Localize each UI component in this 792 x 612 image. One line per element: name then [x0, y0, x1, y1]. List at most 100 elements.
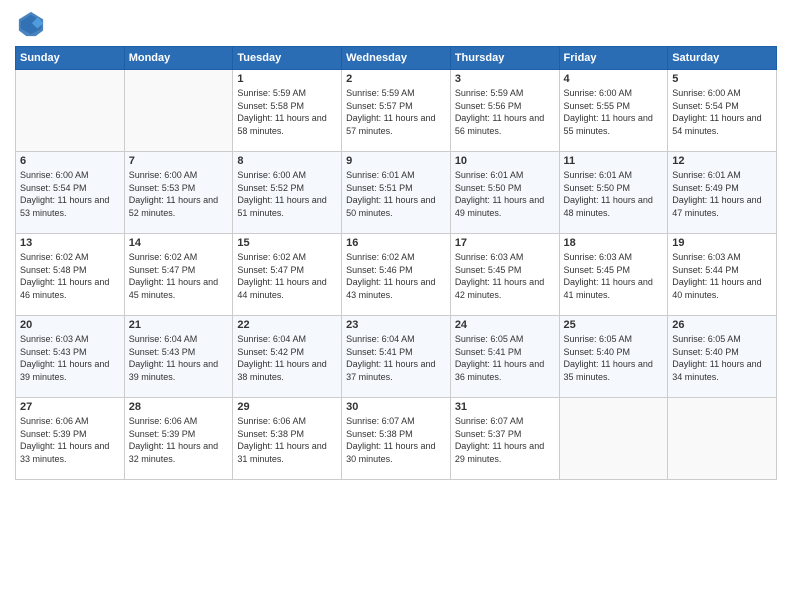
day-info: Sunrise: 6:03 AM Sunset: 5:45 PM Dayligh…	[564, 251, 664, 301]
day-info: Sunrise: 6:04 AM Sunset: 5:43 PM Dayligh…	[129, 333, 229, 383]
calendar-cell: 4 Sunrise: 6:00 AM Sunset: 5:55 PM Daylig…	[559, 70, 668, 152]
calendar-cell: 19 Sunrise: 6:03 AM Sunset: 5:44 PM Dayli…	[668, 234, 777, 316]
day-number: 12	[672, 155, 772, 167]
day-number: 26	[672, 319, 772, 331]
day-number: 17	[455, 237, 555, 249]
calendar-cell	[16, 70, 125, 152]
calendar-cell: 3 Sunrise: 5:59 AM Sunset: 5:56 PM Daylig…	[450, 70, 559, 152]
day-info: Sunrise: 6:00 AM Sunset: 5:53 PM Dayligh…	[129, 169, 229, 219]
day-info: Sunrise: 5:59 AM Sunset: 5:58 PM Dayligh…	[237, 87, 337, 137]
calendar-week-row: 6 Sunrise: 6:00 AM Sunset: 5:54 PM Daylig…	[16, 152, 777, 234]
day-number: 16	[346, 237, 446, 249]
calendar-cell: 10Sunrise: 6:01 AM Sunset: 5:50 PM Dayli…	[450, 152, 559, 234]
day-info: Sunrise: 6:03 AM Sunset: 5:43 PM Dayligh…	[20, 333, 120, 383]
calendar-cell: 28 Sunrise: 6:06 AM Sunset: 5:39 PM Dayli…	[124, 398, 233, 480]
day-info: Sunrise: 6:02 AM Sunset: 5:47 PM Dayligh…	[237, 251, 337, 301]
calendar-cell: 29 Sunrise: 6:06 AM Sunset: 5:38 PM Dayli…	[233, 398, 342, 480]
logo	[15, 10, 45, 38]
day-info: Sunrise: 6:01 AM Sunset: 5:51 PM Dayligh…	[346, 169, 446, 219]
calendar-cell: 23Sunrise: 6:04 AM Sunset: 5:41 PM Dayli…	[342, 316, 451, 398]
day-info: Sunrise: 5:59 AM Sunset: 5:57 PM Dayligh…	[346, 87, 446, 137]
weekday-header: Thursday	[450, 47, 559, 70]
calendar-cell	[124, 70, 233, 152]
day-info: Sunrise: 6:00 AM Sunset: 5:54 PM Dayligh…	[672, 87, 772, 137]
day-info: Sunrise: 6:00 AM Sunset: 5:55 PM Dayligh…	[564, 87, 664, 137]
calendar-cell: 24Sunrise: 6:05 AM Sunset: 5:41 PM Dayli…	[450, 316, 559, 398]
day-number: 21	[129, 319, 229, 331]
calendar-week-row: 20 Sunrise: 6:03 AM Sunset: 5:43 PM Dayli…	[16, 316, 777, 398]
day-number: 15	[237, 237, 337, 249]
day-info: Sunrise: 6:01 AM Sunset: 5:50 PM Dayligh…	[455, 169, 555, 219]
calendar-cell: 17Sunrise: 6:03 AM Sunset: 5:45 PM Dayli…	[450, 234, 559, 316]
day-info: Sunrise: 6:01 AM Sunset: 5:49 PM Dayligh…	[672, 169, 772, 219]
day-number: 28	[129, 401, 229, 413]
day-number: 7	[129, 155, 229, 167]
calendar-cell: 12 Sunrise: 6:01 AM Sunset: 5:49 PM Dayli…	[668, 152, 777, 234]
calendar-cell: 31 Sunrise: 6:07 AM Sunset: 5:37 PM Dayli…	[450, 398, 559, 480]
day-info: Sunrise: 6:06 AM Sunset: 5:38 PM Dayligh…	[237, 415, 337, 465]
day-info: Sunrise: 6:06 AM Sunset: 5:39 PM Dayligh…	[129, 415, 229, 465]
calendar-cell: 26 Sunrise: 6:05 AM Sunset: 5:40 PM Dayli…	[668, 316, 777, 398]
day-number: 8	[237, 155, 337, 167]
calendar-table: SundayMondayTuesdayWednesdayThursdayFrid…	[15, 46, 777, 480]
calendar-cell	[668, 398, 777, 480]
page-container: SundayMondayTuesdayWednesdayThursdayFrid…	[0, 0, 792, 612]
day-number: 3	[455, 73, 555, 85]
logo-icon	[17, 10, 45, 38]
calendar-week-row: 27 Sunrise: 6:06 AM Sunset: 5:39 PM Dayli…	[16, 398, 777, 480]
calendar-cell: 7 Sunrise: 6:00 AM Sunset: 5:53 PM Daylig…	[124, 152, 233, 234]
calendar-cell	[559, 398, 668, 480]
calendar-cell: 5 Sunrise: 6:00 AM Sunset: 5:54 PM Daylig…	[668, 70, 777, 152]
day-info: Sunrise: 6:03 AM Sunset: 5:44 PM Dayligh…	[672, 251, 772, 301]
day-info: Sunrise: 5:59 AM Sunset: 5:56 PM Dayligh…	[455, 87, 555, 137]
day-info: Sunrise: 6:05 AM Sunset: 5:40 PM Dayligh…	[564, 333, 664, 383]
day-number: 18	[564, 237, 664, 249]
day-info: Sunrise: 6:04 AM Sunset: 5:42 PM Dayligh…	[237, 333, 337, 383]
day-number: 30	[346, 401, 446, 413]
calendar-cell: 16 Sunrise: 6:02 AM Sunset: 5:46 PM Dayli…	[342, 234, 451, 316]
day-info: Sunrise: 6:00 AM Sunset: 5:54 PM Dayligh…	[20, 169, 120, 219]
weekday-header: Monday	[124, 47, 233, 70]
day-number: 2	[346, 73, 446, 85]
day-number: 4	[564, 73, 664, 85]
weekday-header: Saturday	[668, 47, 777, 70]
day-number: 22	[237, 319, 337, 331]
weekday-header: Friday	[559, 47, 668, 70]
day-number: 13	[20, 237, 120, 249]
day-number: 31	[455, 401, 555, 413]
day-number: 20	[20, 319, 120, 331]
weekday-header: Sunday	[16, 47, 125, 70]
day-number: 19	[672, 237, 772, 249]
logo-text	[15, 10, 45, 38]
day-info: Sunrise: 6:00 AM Sunset: 5:52 PM Dayligh…	[237, 169, 337, 219]
header	[15, 10, 777, 38]
day-info: Sunrise: 6:05 AM Sunset: 5:40 PM Dayligh…	[672, 333, 772, 383]
day-number: 14	[129, 237, 229, 249]
calendar-cell: 18 Sunrise: 6:03 AM Sunset: 5:45 PM Dayli…	[559, 234, 668, 316]
calendar-cell: 30 Sunrise: 6:07 AM Sunset: 5:38 PM Dayli…	[342, 398, 451, 480]
day-info: Sunrise: 6:07 AM Sunset: 5:37 PM Dayligh…	[455, 415, 555, 465]
day-number: 23	[346, 319, 446, 331]
calendar-cell: 27 Sunrise: 6:06 AM Sunset: 5:39 PM Dayli…	[16, 398, 125, 480]
calendar-cell: 8 Sunrise: 6:00 AM Sunset: 5:52 PM Daylig…	[233, 152, 342, 234]
day-info: Sunrise: 6:02 AM Sunset: 5:46 PM Dayligh…	[346, 251, 446, 301]
day-info: Sunrise: 6:05 AM Sunset: 5:41 PM Dayligh…	[455, 333, 555, 383]
day-number: 29	[237, 401, 337, 413]
calendar-cell: 21 Sunrise: 6:04 AM Sunset: 5:43 PM Dayli…	[124, 316, 233, 398]
calendar-cell: 1 Sunrise: 5:59 AM Sunset: 5:58 PM Daylig…	[233, 70, 342, 152]
calendar-cell: 20 Sunrise: 6:03 AM Sunset: 5:43 PM Dayli…	[16, 316, 125, 398]
day-number: 11	[564, 155, 664, 167]
day-info: Sunrise: 6:06 AM Sunset: 5:39 PM Dayligh…	[20, 415, 120, 465]
calendar-header-row: SundayMondayTuesdayWednesdayThursdayFrid…	[16, 47, 777, 70]
calendar-cell: 11Sunrise: 6:01 AM Sunset: 5:50 PM Dayli…	[559, 152, 668, 234]
day-number: 27	[20, 401, 120, 413]
calendar-cell: 2 Sunrise: 5:59 AM Sunset: 5:57 PM Daylig…	[342, 70, 451, 152]
day-info: Sunrise: 6:07 AM Sunset: 5:38 PM Dayligh…	[346, 415, 446, 465]
day-number: 5	[672, 73, 772, 85]
calendar-week-row: 13Sunrise: 6:02 AM Sunset: 5:48 PM Dayli…	[16, 234, 777, 316]
calendar-cell: 25Sunrise: 6:05 AM Sunset: 5:40 PM Dayli…	[559, 316, 668, 398]
day-number: 6	[20, 155, 120, 167]
day-number: 9	[346, 155, 446, 167]
calendar-cell: 9 Sunrise: 6:01 AM Sunset: 5:51 PM Daylig…	[342, 152, 451, 234]
day-number: 1	[237, 73, 337, 85]
